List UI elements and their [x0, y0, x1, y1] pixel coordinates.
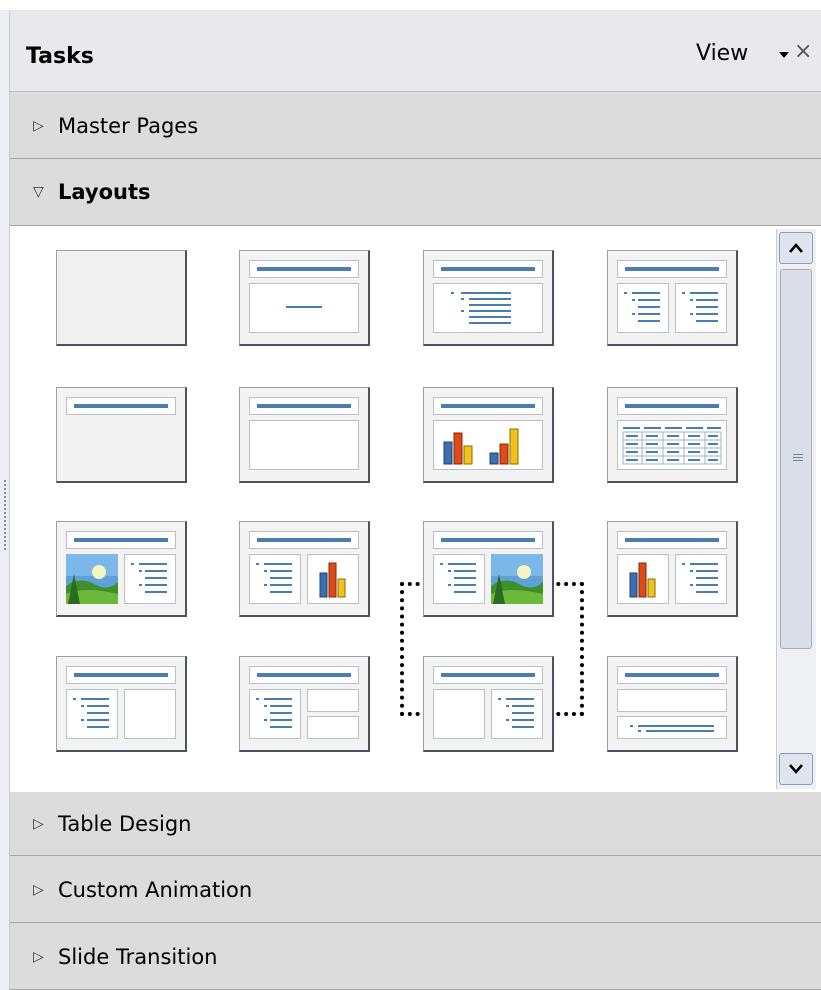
top-strip	[0, 0, 821, 10]
splitter-grip-icon[interactable]	[4, 480, 6, 550]
layout-title-clipart-text[interactable]	[56, 521, 187, 617]
triangle-right-icon: ▷	[33, 949, 44, 965]
layout-title-two-left-content-right[interactable]	[423, 656, 554, 752]
layout-title-content-two-right[interactable]	[239, 656, 370, 752]
panel-titlebar: Tasks View ×	[10, 10, 821, 92]
section-label-table-design: Table Design	[58, 812, 192, 836]
section-label-custom-animation: Custom Animation	[58, 878, 253, 902]
layout-title-chart-text[interactable]	[607, 521, 738, 617]
bar-chart-icon	[443, 428, 519, 465]
triangle-right-icon: ▷	[33, 118, 44, 134]
section-label-layouts: Layouts	[58, 180, 151, 204]
section-slide-transition[interactable]: ▷ Slide Transition	[10, 923, 821, 990]
triangle-down-icon: ▽	[33, 184, 44, 200]
scroll-up-button[interactable]	[779, 232, 813, 264]
section-table-design[interactable]: ▷ Table Design	[10, 792, 821, 856]
layout-title-centered-text[interactable]	[239, 387, 370, 483]
section-custom-animation[interactable]: ▷ Custom Animation	[10, 856, 821, 923]
layouts-scrollbar[interactable]	[776, 229, 816, 789]
layout-title-only-centered[interactable]	[239, 250, 370, 346]
layout-title-text-clipart[interactable]	[423, 521, 554, 617]
scroll-down-button[interactable]	[779, 753, 813, 785]
triangle-right-icon: ▷	[33, 882, 44, 898]
scroll-thumb[interactable]	[780, 269, 812, 649]
table-grid-icon	[622, 427, 722, 465]
layout-title-chart[interactable]	[423, 387, 554, 483]
layout-title-only[interactable]	[56, 387, 187, 483]
clipart-image-icon	[66, 554, 118, 604]
clipart-image-icon	[491, 554, 543, 604]
section-layouts[interactable]: ▽ Layouts	[10, 159, 821, 226]
layouts-gallery	[10, 226, 821, 792]
section-label-slide-transition: Slide Transition	[58, 945, 218, 969]
view-menu-button[interactable]: View	[696, 41, 748, 66]
layout-title-content-below[interactable]	[607, 656, 738, 752]
bar-chart-icon	[629, 562, 656, 598]
layout-title-two-content[interactable]	[607, 250, 738, 346]
close-panel-button[interactable]: ×	[794, 40, 812, 64]
layout-title-content-content-left[interactable]	[56, 656, 187, 752]
dock-splitter[interactable]	[0, 10, 10, 990]
layout-title-content[interactable]	[423, 250, 554, 346]
bar-chart-icon	[319, 562, 346, 598]
view-dropdown-arrow-icon[interactable]	[779, 52, 789, 58]
panel-title: Tasks	[26, 44, 94, 69]
triangle-right-icon: ▷	[33, 816, 44, 832]
section-master-pages[interactable]: ▷ Master Pages	[10, 92, 821, 159]
section-label-master-pages: Master Pages	[58, 114, 199, 138]
tasks-panel: Tasks View × ▷ Master Pages ▽ Layouts ▷ …	[10, 10, 821, 990]
layout-title-text-chart[interactable]	[239, 521, 370, 617]
layout-title-table[interactable]	[607, 387, 738, 483]
layout-blank[interactable]	[56, 250, 187, 346]
